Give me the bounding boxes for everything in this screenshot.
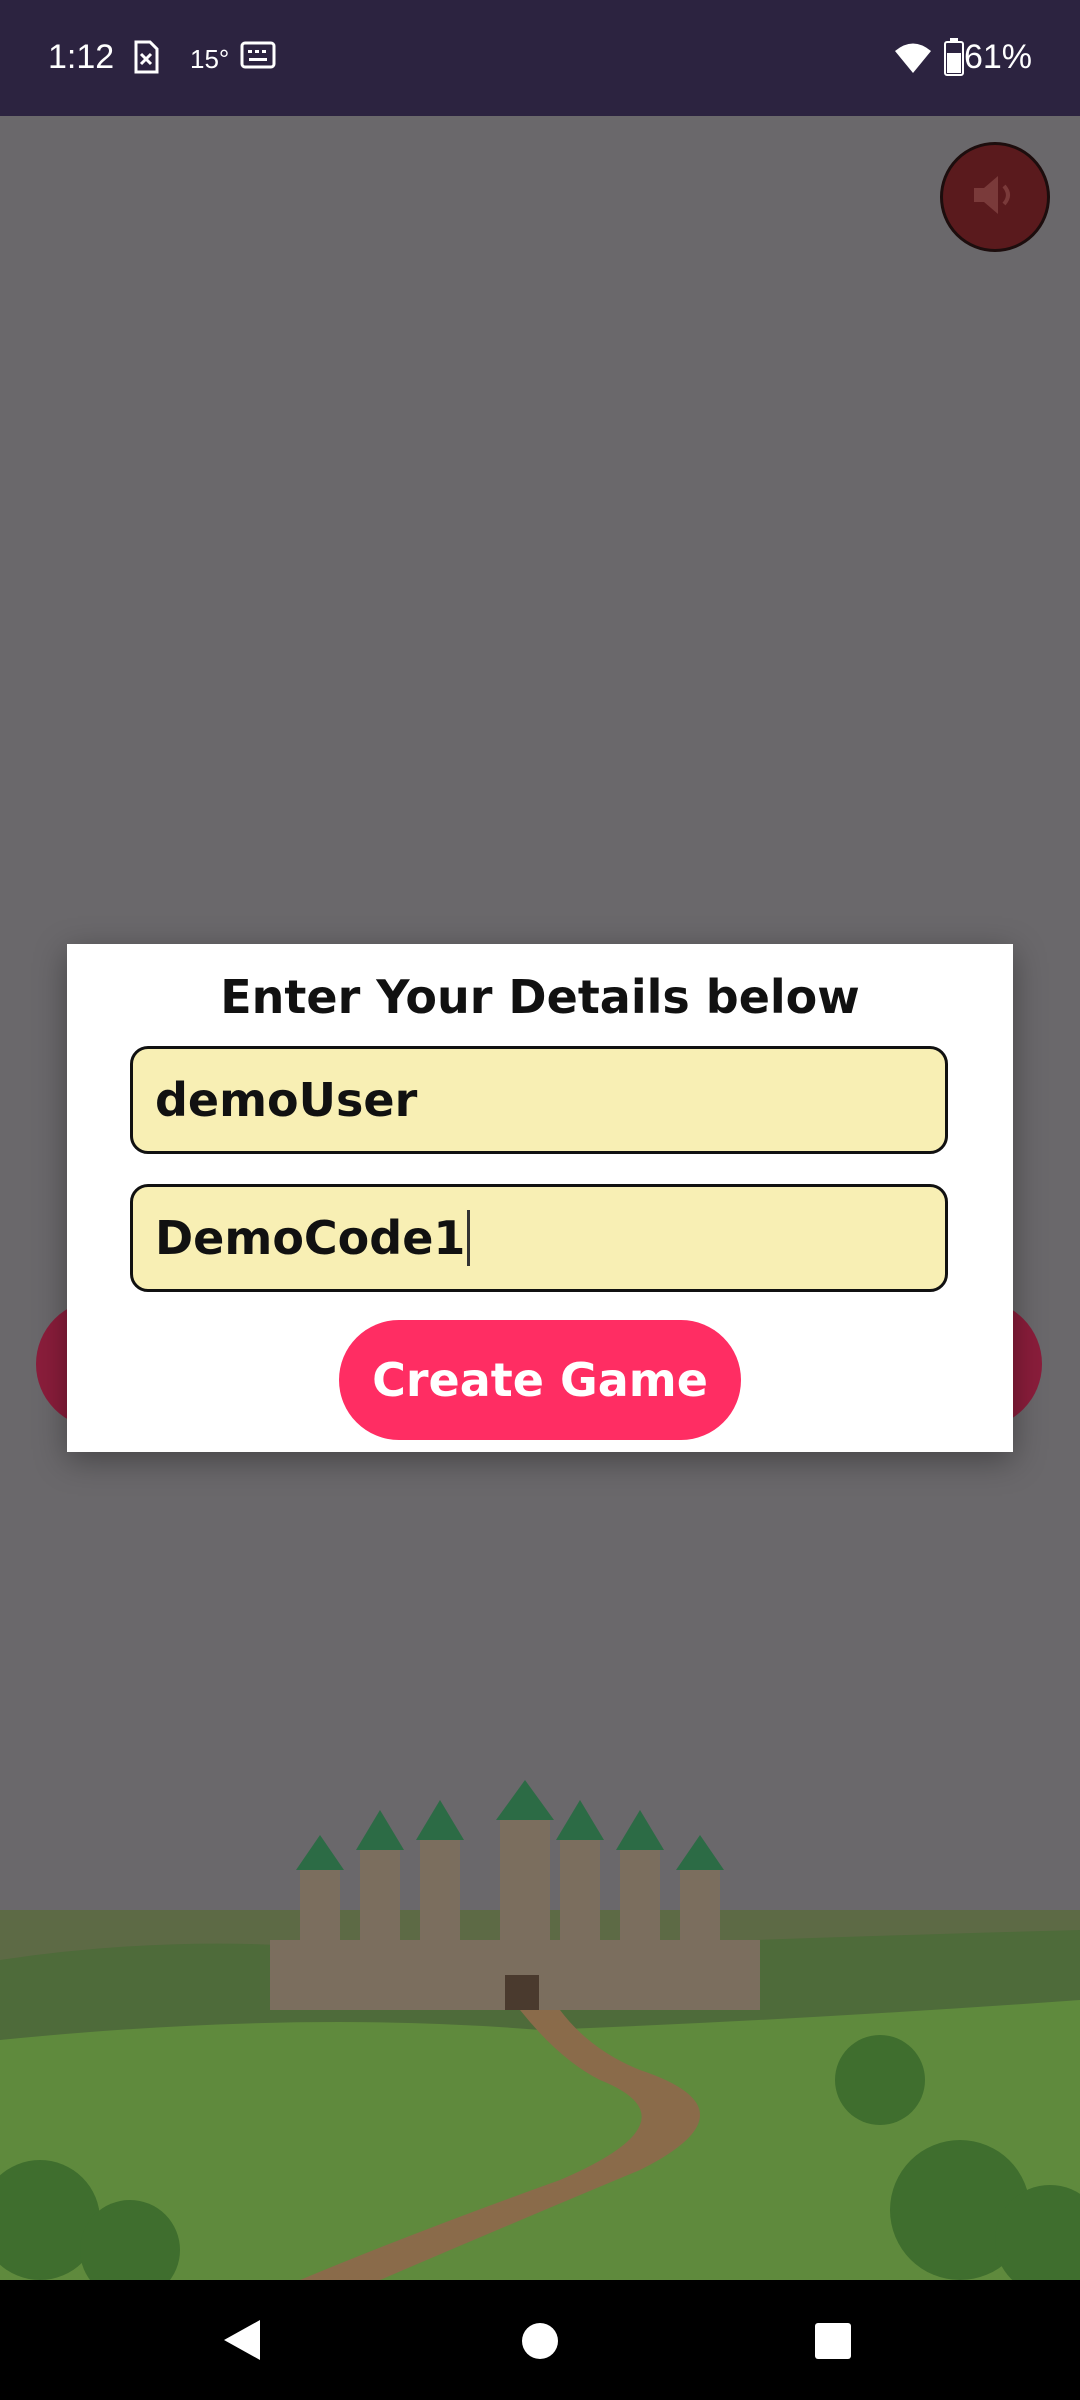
sound-toggle-button[interactable] — [940, 142, 1050, 252]
navigation-bar — [0, 2280, 1080, 2400]
game-code-value: DemoCode1 — [155, 1211, 466, 1265]
dialog-title: Enter Your Details below — [220, 970, 860, 1024]
username-input[interactable]: demoUser — [130, 1046, 948, 1154]
recents-icon[interactable] — [814, 2322, 852, 2364]
wifi-icon — [894, 42, 932, 78]
volume-icon — [968, 168, 1022, 226]
game-code-input[interactable]: DemoCode1 — [130, 1184, 948, 1292]
sim-off-icon — [130, 40, 160, 78]
home-icon[interactable] — [521, 2322, 559, 2364]
castle-landscape-image — [0, 1780, 1080, 2280]
battery-icon — [944, 38, 964, 80]
back-icon[interactable] — [222, 2318, 262, 2366]
create-game-button[interactable]: Create Game — [339, 1320, 741, 1440]
battery-percent: 61% — [963, 38, 1032, 76]
text-caret — [467, 1210, 471, 1266]
username-value: demoUser — [155, 1073, 418, 1127]
details-dialog: Enter Your Details below demoUser DemoCo… — [67, 944, 1013, 1452]
status-temperature: 15° — [190, 44, 230, 74]
status-time: 1:12 — [48, 38, 115, 76]
status-bar: 1:12 15° 61% — [0, 0, 1080, 116]
keyboard-icon — [240, 40, 276, 74]
